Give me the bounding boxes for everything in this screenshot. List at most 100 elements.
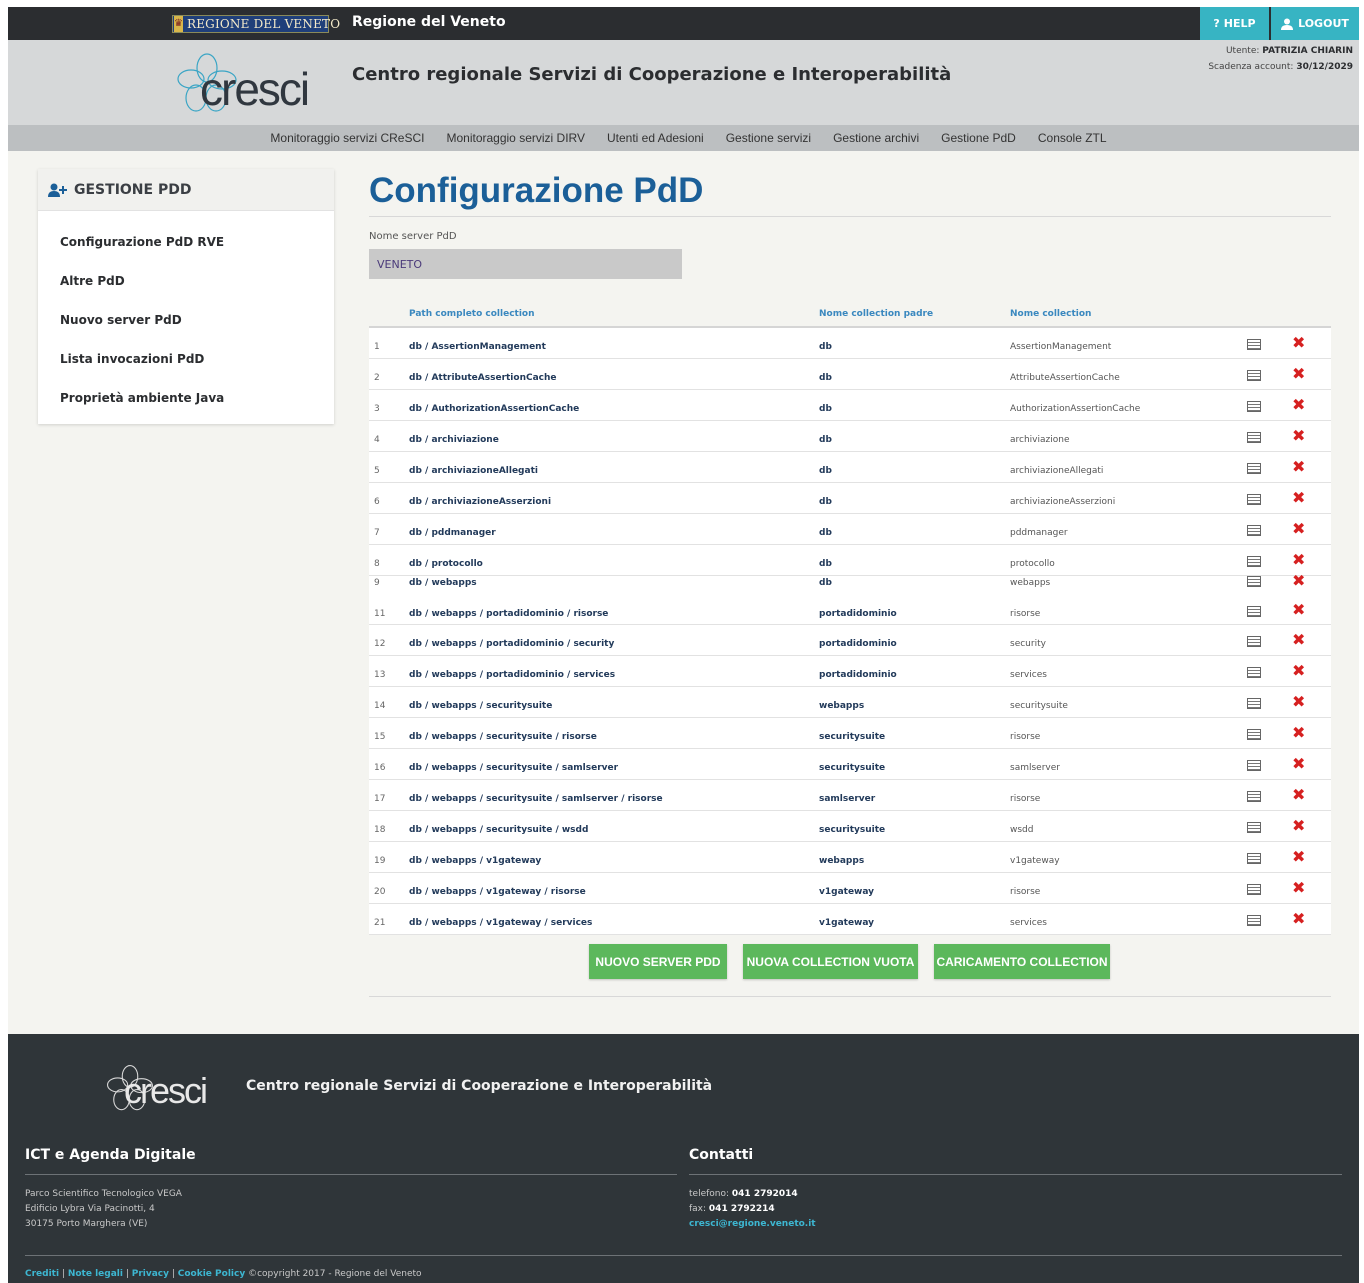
column-header-name[interactable]: Nome collection <box>1010 309 1091 319</box>
delete-icon[interactable]: ✖ <box>1292 911 1305 927</box>
column-header-parent[interactable]: Nome collection padre <box>819 309 933 319</box>
email-link[interactable]: cresci@regione.veneto.it <box>689 1219 816 1229</box>
sidebar-item-lista-invocazioni-pdd[interactable]: Lista invocazioni PdD <box>60 352 204 366</box>
details-icon[interactable] <box>1247 401 1261 412</box>
details-icon[interactable] <box>1247 884 1261 895</box>
nav-item-monitoraggio-cresci[interactable]: Monitoraggio servizi CReSCI <box>270 131 424 145</box>
header-title: Centro regionale Servizi di Cooperazione… <box>352 64 952 85</box>
delete-icon[interactable]: ✖ <box>1292 335 1305 351</box>
delete-icon[interactable]: ✖ <box>1292 397 1305 413</box>
row-number: 19 <box>374 856 386 866</box>
nav-item-utenti-adesioni[interactable]: Utenti ed Adesioni <box>607 131 704 145</box>
details-icon[interactable] <box>1247 370 1261 381</box>
delete-icon[interactable]: ✖ <box>1292 663 1305 679</box>
logout-button[interactable]: LOGOUT <box>1271 7 1359 40</box>
parent-collection: db <box>819 497 832 507</box>
delete-icon[interactable]: ✖ <box>1292 880 1305 896</box>
regione-logo-text: REGIONE DEL VENETO <box>186 17 341 31</box>
details-icon[interactable] <box>1247 822 1261 833</box>
delete-icon[interactable]: ✖ <box>1292 459 1305 475</box>
details-icon[interactable] <box>1247 667 1261 678</box>
parent-collection: db <box>819 528 832 538</box>
new-empty-collection-button[interactable]: NUOVA COLLECTION VUOTA <box>743 944 918 979</box>
page-title: Configurazione PdD <box>369 171 704 210</box>
logout-label: LOGOUT <box>1298 17 1349 30</box>
nav-item-console-ztl[interactable]: Console ZTL <box>1038 131 1107 145</box>
row-number: 7 <box>374 528 380 538</box>
parent-collection: db <box>819 373 832 383</box>
details-icon[interactable] <box>1247 463 1261 474</box>
delete-icon[interactable]: ✖ <box>1292 632 1305 648</box>
phone-value: 041 2792014 <box>731 1189 798 1199</box>
details-icon[interactable] <box>1247 432 1261 443</box>
parent-collection: v1gateway <box>819 887 875 897</box>
details-icon[interactable] <box>1247 606 1261 617</box>
delete-icon[interactable]: ✖ <box>1292 756 1305 772</box>
delete-icon[interactable]: ✖ <box>1292 428 1305 444</box>
delete-icon[interactable]: ✖ <box>1292 725 1305 741</box>
delete-icon[interactable]: ✖ <box>1292 818 1305 834</box>
delete-icon[interactable]: ✖ <box>1292 694 1305 710</box>
collection-path: db / webapps / portadidominio / risorse <box>409 609 609 619</box>
footer-cresci-logo[interactable]: cresci <box>106 1064 231 1114</box>
user-add-icon <box>48 183 67 197</box>
details-icon[interactable] <box>1247 698 1261 709</box>
row-number: 20 <box>374 887 386 897</box>
table-body: 1 db / AssertionManagement db AssertionMana… <box>369 328 1331 935</box>
sidebar-item-altre-pdd[interactable]: Altre PdD <box>60 274 125 288</box>
details-icon[interactable] <box>1247 791 1261 802</box>
details-icon[interactable] <box>1247 494 1261 505</box>
delete-icon[interactable]: ✖ <box>1292 552 1305 568</box>
delete-icon[interactable]: ✖ <box>1292 602 1305 618</box>
delete-icon[interactable]: ✖ <box>1292 787 1305 803</box>
nav-item-gestione-servizi[interactable]: Gestione servizi <box>726 131 811 145</box>
row-number: 2 <box>374 373 380 383</box>
details-icon[interactable] <box>1247 339 1261 350</box>
delete-icon[interactable]: ✖ <box>1292 366 1305 382</box>
new-server-pdd-button[interactable]: NUOVO SERVER PDD <box>589 944 727 979</box>
nav-item-gestione-pdd[interactable]: Gestione PdD <box>941 131 1016 145</box>
regione-veneto-logo[interactable]: ♛ REGIONE DEL VENETO <box>172 15 340 33</box>
main-nav: Monitoraggio servizi CReSCI Monitoraggio… <box>8 125 1359 151</box>
details-icon[interactable] <box>1247 915 1261 926</box>
row-number: 6 <box>374 497 380 507</box>
regione-crest-icon: ♛ <box>174 16 183 32</box>
details-icon[interactable] <box>1247 636 1261 647</box>
fax-value: 041 2792214 <box>708 1204 775 1214</box>
collection-name: AttributeAssertionCache <box>1010 373 1120 383</box>
sidebar-item-proprieta-ambiente-java[interactable]: Proprietà ambiente Java <box>60 391 224 405</box>
details-icon[interactable] <box>1247 853 1261 864</box>
load-collection-button[interactable]: CARICAMENTO COLLECTION <box>934 944 1110 979</box>
table-row: 4 db / archiviazione db archiviazione ✖ <box>369 421 1331 452</box>
details-icon[interactable] <box>1247 760 1261 771</box>
privacy-link[interactable]: Privacy <box>132 1269 169 1279</box>
collection-name: risorse <box>1010 887 1041 897</box>
table-row: 18 db / webapps / securitysuite / wsdd sec… <box>369 811 1331 842</box>
details-icon[interactable] <box>1247 556 1261 567</box>
table-row: 3 db / AuthorizationAssertionCache db Autho… <box>369 390 1331 421</box>
details-icon[interactable] <box>1247 576 1261 587</box>
help-label: HELP <box>1223 17 1256 30</box>
note-legali-link[interactable]: Note legali <box>68 1269 123 1279</box>
delete-icon[interactable]: ✖ <box>1292 521 1305 537</box>
delete-icon[interactable]: ✖ <box>1292 849 1305 865</box>
nav-item-monitoraggio-dirv[interactable]: Monitoraggio servizi DIRV <box>446 131 585 145</box>
crediti-link[interactable]: Crediti <box>25 1269 59 1279</box>
cookie-policy-link[interactable]: Cookie Policy <box>178 1269 245 1279</box>
collection-path: db / webapps / securitysuite <box>409 701 553 711</box>
delete-icon[interactable]: ✖ <box>1292 573 1305 589</box>
column-header-path[interactable]: Path completo collection <box>409 309 535 319</box>
row-number: 4 <box>374 435 380 445</box>
cresci-logo[interactable]: cresci <box>176 52 336 115</box>
sidebar-item-configurazione-pdd-rve[interactable]: Configurazione PdD RVE <box>60 235 224 249</box>
details-icon[interactable] <box>1247 729 1261 740</box>
nav-item-gestione-archivi[interactable]: Gestione archivi <box>833 131 919 145</box>
details-icon[interactable] <box>1247 525 1261 536</box>
row-number: 8 <box>374 559 380 569</box>
help-button[interactable]: ? HELP <box>1200 7 1269 40</box>
delete-icon[interactable]: ✖ <box>1292 490 1305 506</box>
collection-name: services <box>1010 670 1047 680</box>
sidebar-item-nuovo-server-pdd[interactable]: Nuovo server PdD <box>60 313 182 327</box>
server-name-field[interactable]: VENETO <box>369 249 682 279</box>
table-row: 17 db / webapps / securitysuite / samlser… <box>369 780 1331 811</box>
